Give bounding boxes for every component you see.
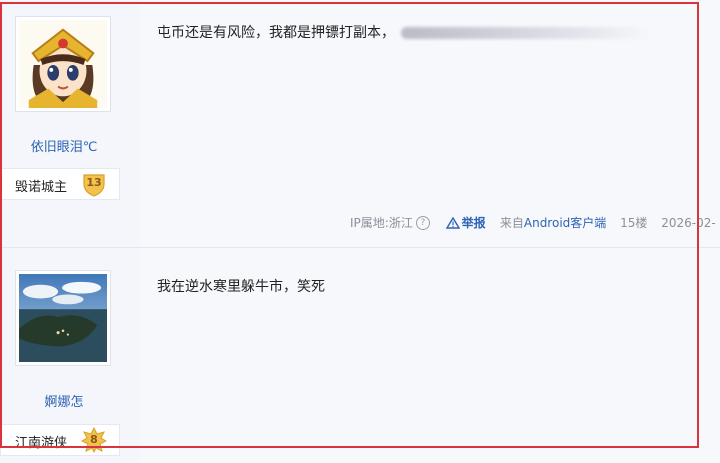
author-panel: 婀娜怎 江南游侠 8: [0, 248, 140, 463]
floor-number: 15楼: [620, 216, 648, 230]
username-link[interactable]: 婀娜怎: [0, 391, 128, 410]
level-number: 8: [90, 433, 98, 446]
post-content: 屯币还是有风险，我都是押镖打副本，: [157, 22, 677, 42]
post-content: 我在逆水寒里躲牛市，笑死: [157, 276, 677, 296]
post-meta: IP属地:浙江? 举报 来自Android客户端 15楼 2026-02-: [350, 214, 716, 231]
level-badge-icon: 13: [81, 171, 107, 197]
post-date: 2026-02-: [661, 215, 716, 230]
post-text: 我在逆水寒里躲牛市，笑死: [157, 279, 325, 295]
level-title: 江南游侠: [15, 436, 68, 451]
level-badge-icon: 8: [81, 427, 107, 453]
level-title: 毁诺城主: [15, 180, 68, 195]
reply-post: 婀娜怎 江南游侠 8 我在逆水寒里躲牛市，笑死: [0, 248, 720, 463]
warning-triangle-icon: [445, 216, 460, 229]
avatar[interactable]: [15, 16, 111, 112]
report-label: 举报: [461, 216, 486, 230]
avatar-image: [19, 274, 107, 362]
source-prefix: 来自: [499, 216, 524, 230]
avatar-image: [19, 20, 107, 108]
blurred-text: [401, 27, 651, 39]
level-number: 13: [86, 176, 102, 189]
username-link[interactable]: 依旧眼泪℃: [0, 136, 128, 155]
user-level: 毁诺城主 13: [0, 168, 120, 200]
reply-post: 依旧眼泪℃ 毁诺城主 13 屯币还是有风险，我都是押镖打副本， IP属地:浙江?…: [0, 0, 720, 247]
user-level: 江南游侠 8: [0, 424, 120, 456]
author-panel: 依旧眼泪℃ 毁诺城主 13: [0, 0, 140, 247]
avatar[interactable]: [15, 270, 111, 366]
report-link[interactable]: 举报: [445, 215, 490, 230]
ip-location: IP属地:浙江: [350, 216, 413, 230]
post-text: 屯币还是有风险，我都是押镖打副本，: [157, 25, 395, 41]
question-circle-icon[interactable]: ?: [415, 215, 430, 230]
client-link[interactable]: Android客户端: [524, 216, 606, 230]
